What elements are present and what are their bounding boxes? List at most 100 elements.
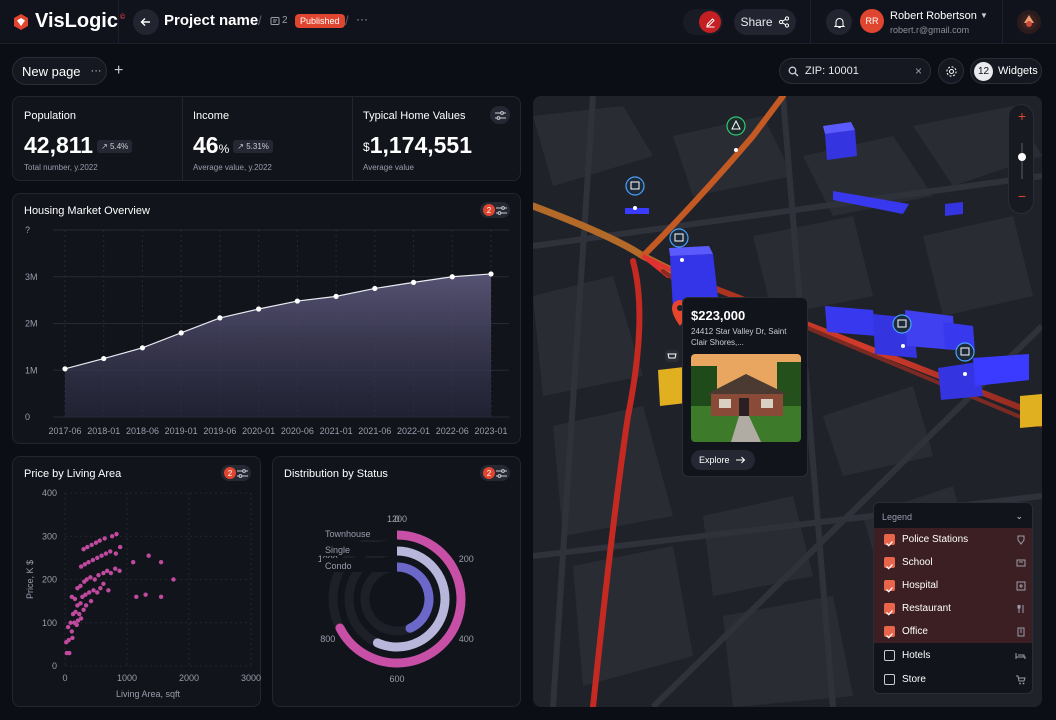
property-popup[interactable]: $223,000 24412 Star Valley Dr, Saint Cla… — [682, 297, 808, 477]
widgets-count: 12 — [974, 61, 993, 81]
price-scatter-chart: 0 100 200 300 400 0 1000 2000 3000 Living Area, s… — [25, 488, 261, 699]
user-menu-caret-icon[interactable]: ▼ — [980, 11, 988, 20]
workspace-logo[interactable] — [1017, 10, 1041, 34]
scatter-point — [117, 544, 123, 550]
page-count[interactable]: 2 — [270, 15, 288, 26]
scatter-point — [134, 594, 139, 599]
breadcrumb-separator: / — [345, 13, 349, 28]
y-tick-label: 2M — [25, 319, 38, 329]
scatter-point — [81, 607, 86, 612]
cart-pin-icon[interactable] — [665, 350, 679, 362]
legend-label: Office — [902, 626, 928, 637]
y-tick-label: 300 — [42, 531, 57, 541]
legend-label: Store — [902, 674, 926, 685]
page-tab[interactable]: New page ··· — [12, 57, 107, 85]
search-box[interactable]: × — [779, 58, 931, 84]
legend-checkbox[interactable] — [884, 557, 895, 570]
scatter-point — [85, 544, 90, 550]
zoom-in-button[interactable]: + — [1009, 108, 1035, 124]
page-tab-label: New page — [22, 63, 81, 79]
scatter-point — [84, 577, 89, 582]
stats-settings-button[interactable] — [490, 106, 510, 124]
app-logo[interactable]: VisLogic © — [12, 10, 125, 33]
scatter-point — [92, 577, 97, 582]
share-button[interactable]: Share — [734, 9, 796, 35]
scatter-point — [88, 575, 93, 580]
zoom-out-button[interactable]: − — [1009, 188, 1035, 204]
property-address: 24412 Star Valley Dr, Saint Clair Shores… — [691, 327, 787, 347]
scatter-point — [102, 536, 107, 541]
legend-checkbox[interactable] — [884, 603, 895, 616]
legend-checkbox[interactable] — [884, 650, 895, 661]
legend-checkbox[interactable] — [884, 534, 895, 547]
more-menu-button[interactable]: ··· — [356, 12, 368, 26]
legend-item-hospital[interactable]: Hospital — [874, 574, 1032, 597]
legend-checkbox[interactable] — [884, 580, 895, 593]
clear-search-button[interactable]: × — [915, 64, 922, 78]
search-input[interactable] — [805, 65, 905, 77]
scatter-point — [103, 551, 109, 556]
add-page-button[interactable]: + — [114, 62, 123, 80]
legend-item-restaurant[interactable]: Restaurant — [874, 597, 1032, 620]
x-tick-label: 3000 — [241, 673, 261, 683]
stat-income: Income 46% ↗ 5.31% Average value, y.2022 — [182, 97, 352, 181]
scatter-point — [143, 592, 148, 597]
stat-value: 42,811 ↗ 5.4% — [24, 132, 133, 159]
scatter-point — [101, 570, 106, 576]
divider — [1002, 0, 1003, 44]
radial-category-label: Single — [325, 545, 350, 555]
legend-label: Hospital — [902, 580, 939, 591]
price-by-area-card: Price by Living Area 2 0 100 200 300 400 0 100… — [12, 456, 261, 707]
back-button[interactable] — [133, 9, 159, 35]
notifications-button[interactable] — [826, 9, 852, 35]
settings-button[interactable] — [938, 58, 964, 84]
zoom-slider-handle[interactable] — [1018, 153, 1026, 161]
avatar[interactable]: RR — [860, 9, 884, 33]
status-badge: Published — [295, 14, 345, 28]
legend-item-school[interactable]: School — [874, 551, 1032, 574]
x-tick-label: 1000 — [117, 673, 137, 683]
x-axis-label: Living Area, sqft — [116, 689, 181, 699]
legend-collapse-chevron-down-icon[interactable]: ⌄ — [1015, 511, 1023, 522]
explore-button[interactable]: Explore — [691, 450, 755, 470]
sliders-icon — [494, 110, 506, 120]
scatter-point — [67, 650, 72, 656]
project-name[interactable]: Project name — [164, 12, 258, 29]
legend-item-police[interactable]: Police Stations — [874, 528, 1032, 551]
legend-checkbox[interactable] — [884, 674, 895, 685]
trademark: © — [120, 14, 126, 21]
scatter-point — [78, 601, 83, 606]
page-tab-more-button[interactable]: ··· — [91, 65, 102, 77]
legend-item-hotels[interactable]: Hotels — [874, 644, 1032, 667]
map-legend: Legend ⌄ Police Stations School Hospital… — [873, 502, 1033, 694]
data-point — [488, 271, 494, 277]
legend-label: Restaurant — [902, 603, 951, 614]
property-price: $223,000 — [691, 308, 746, 323]
x-tick-label: 2022-06 — [436, 426, 469, 436]
legend-item-store[interactable]: Store — [874, 668, 1032, 691]
data-point — [294, 298, 300, 304]
edit-mode-toggle[interactable] — [683, 9, 723, 35]
legend-checkbox[interactable] — [884, 626, 895, 639]
data-point — [62, 366, 68, 372]
stat-change: ↗ 5.4% — [97, 140, 133, 154]
school-icon — [1016, 558, 1026, 568]
x-tick-label: 2023-01 — [474, 426, 507, 436]
y-tick-label: 100 — [42, 618, 57, 628]
legend-item-office[interactable]: Office — [874, 620, 1032, 643]
search-icon — [788, 66, 799, 77]
status-radial-chart: 020040060080010001200TownhouseSingleCond… — [318, 514, 474, 684]
stat-value: $1,174,551 — [363, 132, 473, 158]
data-point — [372, 285, 378, 292]
radial-category-label: Condo — [325, 561, 352, 571]
scatter-point — [95, 555, 100, 561]
scatter-point — [158, 594, 164, 599]
edit-pen-icon — [699, 11, 721, 33]
user-name[interactable]: Robert Robertson — [890, 10, 977, 22]
scatter-point — [89, 542, 94, 548]
pages-icon — [270, 16, 280, 26]
widgets-button[interactable]: 12 Widgets — [970, 58, 1042, 84]
stat-subtitle: Average value — [363, 163, 414, 172]
housing-area-chart: 0 1M 2M 3M? 2017-06 2018-01 2018-06 2019-01 2019… — [25, 225, 509, 436]
data-point — [449, 274, 455, 280]
